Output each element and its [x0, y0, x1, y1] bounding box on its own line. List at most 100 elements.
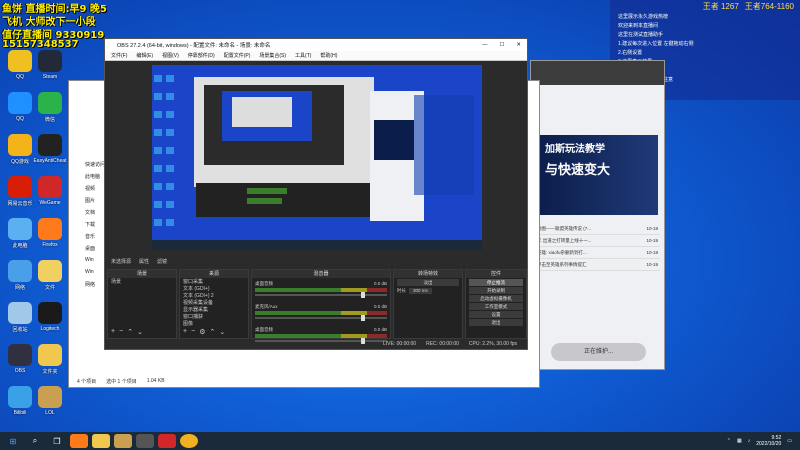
obs-taskbar-icon[interactable]	[136, 434, 154, 448]
volume-meter	[255, 311, 387, 315]
desktop-icon[interactable]: WeGame	[33, 176, 67, 206]
sidebar-item[interactable]: 视频	[69, 185, 105, 197]
up-icon[interactable]: ⌃	[127, 328, 133, 336]
firefox-icon[interactable]	[70, 434, 88, 448]
slider-handle[interactable]	[360, 315, 365, 321]
add-icon[interactable]: +	[183, 328, 187, 336]
launcher-icon[interactable]	[114, 434, 132, 448]
circle-app-icon[interactable]	[180, 434, 198, 448]
control-button[interactable]: 停止推流	[469, 279, 523, 286]
source-item[interactable]: 视频采集设备	[180, 299, 248, 306]
news-item[interactable]: 英雄: xiaofu杂删新到打... 10-19	[535, 247, 660, 259]
menu-item[interactable]: 停靠部件(D)	[188, 52, 215, 59]
source-item[interactable]: 文本 (GDI+) 2	[180, 292, 248, 299]
add-icon[interactable]: +	[111, 328, 115, 336]
duration-input[interactable]: 300 ms	[409, 288, 432, 294]
desktop-icon[interactable]: 微信	[33, 92, 67, 123]
launcher-banner[interactable]: 加斯玩法教学 与快速变大	[537, 135, 658, 215]
sidebar-item[interactable]: 文档	[69, 209, 105, 221]
obs-preview[interactable]	[152, 65, 482, 250]
network-icon[interactable]: ▦	[737, 438, 742, 444]
menu-item[interactable]: 文件(F)	[111, 52, 127, 59]
explorer-icon[interactable]	[92, 434, 110, 448]
control-button[interactable]: 设置	[469, 311, 523, 318]
menu-item[interactable]: 帮助(H)	[320, 52, 337, 59]
down-icon[interactable]: ⌄	[137, 328, 143, 336]
news-item[interactable]: 单击至英雄系列事情提汇 10-19	[535, 259, 660, 271]
chevron-up-icon[interactable]: ⌃	[727, 438, 731, 444]
minimize-icon[interactable]: —	[482, 42, 488, 48]
selected-count: 选中 1 个项目	[106, 379, 137, 385]
maintenance-button[interactable]: 正在维护...	[551, 343, 646, 361]
filters-button[interactable]: 滤镜	[157, 258, 167, 265]
control-button[interactable]: 工作室模式	[469, 303, 523, 310]
sidebar-item[interactable]: 网络	[69, 281, 105, 293]
desktop-icon[interactable]: 文件	[33, 260, 67, 291]
menu-item[interactable]: 视图(V)	[162, 52, 179, 59]
desktop-icon[interactable]: Bilibili	[3, 386, 37, 416]
desktop-icon[interactable]: 回收站	[3, 302, 37, 333]
control-button[interactable]: 退出	[469, 319, 523, 326]
live-timer: LIVE: 00:00:00	[383, 341, 417, 347]
menu-item[interactable]: 工具(T)	[295, 52, 311, 59]
control-button[interactable]: 启动虚拟摄像机	[469, 295, 523, 302]
desktop-icon-label: QQ	[16, 74, 24, 80]
desktop-icon[interactable]: QQ	[3, 92, 37, 122]
desktop-icon[interactable]: LOL	[33, 386, 67, 416]
transition-select[interactable]: 淡出	[397, 279, 459, 286]
desktop-icon[interactable]: 文件夹	[33, 344, 67, 375]
sidebar-item[interactable]: Win	[69, 257, 105, 269]
menu-item[interactable]: 编辑(E)	[136, 52, 153, 59]
desktop-icon[interactable]: 此电脑	[3, 218, 37, 249]
source-item[interactable]: 图像	[180, 320, 248, 327]
volume-icon[interactable]: ♪	[748, 438, 751, 444]
source-item[interactable]: 窗口采集	[180, 278, 248, 285]
news-item[interactable]: 地图——联盟英雄传说 (7... 10-19	[535, 223, 660, 235]
properties-button[interactable]: 属性	[139, 258, 149, 265]
volume-slider[interactable]	[255, 315, 387, 321]
news-item[interactable]: 年 出道之打转量上线十一... 10-19	[535, 235, 660, 247]
desktop-icon[interactable]: 网易云音乐	[3, 176, 37, 207]
sidebar-item[interactable]: 快速访问	[69, 161, 105, 173]
desktop-icon-label: 文件夹	[42, 369, 58, 375]
desktop-icon[interactable]: Steam	[33, 50, 67, 80]
desktop-icon[interactable]: 网络	[3, 260, 37, 291]
source-item[interactable]: 显示器采集	[180, 306, 248, 313]
clock[interactable]: 9:52 2022/10/20	[756, 435, 781, 447]
sidebar-item[interactable]: 桌面	[69, 245, 105, 257]
source-item[interactable]: 文本 (GDI+)	[180, 285, 248, 292]
down-icon[interactable]: ⌄	[219, 328, 225, 336]
windows-start-icon[interactable]: ⊞	[4, 434, 22, 448]
sidebar-item[interactable]: 下载	[69, 221, 105, 233]
desktop-icon[interactable]: EasyAntiCheat	[33, 134, 67, 164]
desktop-icon[interactable]: OBS	[3, 344, 37, 374]
maximize-icon[interactable]: ☐	[499, 42, 504, 48]
slider-handle[interactable]	[360, 292, 365, 298]
desktop-icon-label: LOL	[45, 410, 55, 416]
sidebar-item[interactable]: 图片	[69, 197, 105, 209]
game-taskbar-icon[interactable]	[158, 434, 176, 448]
control-button[interactable]: 开始录制	[469, 287, 523, 294]
desktop-icon[interactable]: Firefox	[33, 218, 67, 248]
scene-item[interactable]: 场景	[108, 278, 176, 285]
gear-icon[interactable]: ⚙	[199, 328, 205, 336]
desktop-icon[interactable]: QQ游戏	[3, 134, 37, 165]
sidebar-item[interactable]: 此电脑	[69, 173, 105, 185]
task-view-icon[interactable]: ❐	[48, 434, 66, 448]
menu-item[interactable]: 场景集合(S)	[259, 52, 286, 59]
up-icon[interactable]: ⌃	[209, 328, 215, 336]
desktop-icon[interactable]: Logitech	[33, 302, 67, 332]
menu-item[interactable]: 配置文件(P)	[224, 52, 251, 59]
close-icon[interactable]: ✕	[516, 42, 521, 48]
volume-slider[interactable]	[255, 292, 387, 298]
source-item[interactable]: 窗口捕获	[180, 313, 248, 320]
launcher-titlebar[interactable]	[531, 61, 664, 85]
sidebar-item[interactable]: Win	[69, 269, 105, 281]
notification-icon[interactable]: ▭	[787, 438, 792, 444]
sidebar-item[interactable]: 音乐	[69, 233, 105, 245]
remove-icon[interactable]: −	[119, 328, 123, 336]
obs-titlebar[interactable]: OBS 27.2.4 (64-bit, windows) - 配置文件: 未命名…	[105, 39, 527, 51]
remove-icon[interactable]: −	[191, 328, 195, 336]
search-icon[interactable]: ⌕	[26, 434, 44, 448]
desktop-icon[interactable]: QQ	[3, 50, 37, 80]
